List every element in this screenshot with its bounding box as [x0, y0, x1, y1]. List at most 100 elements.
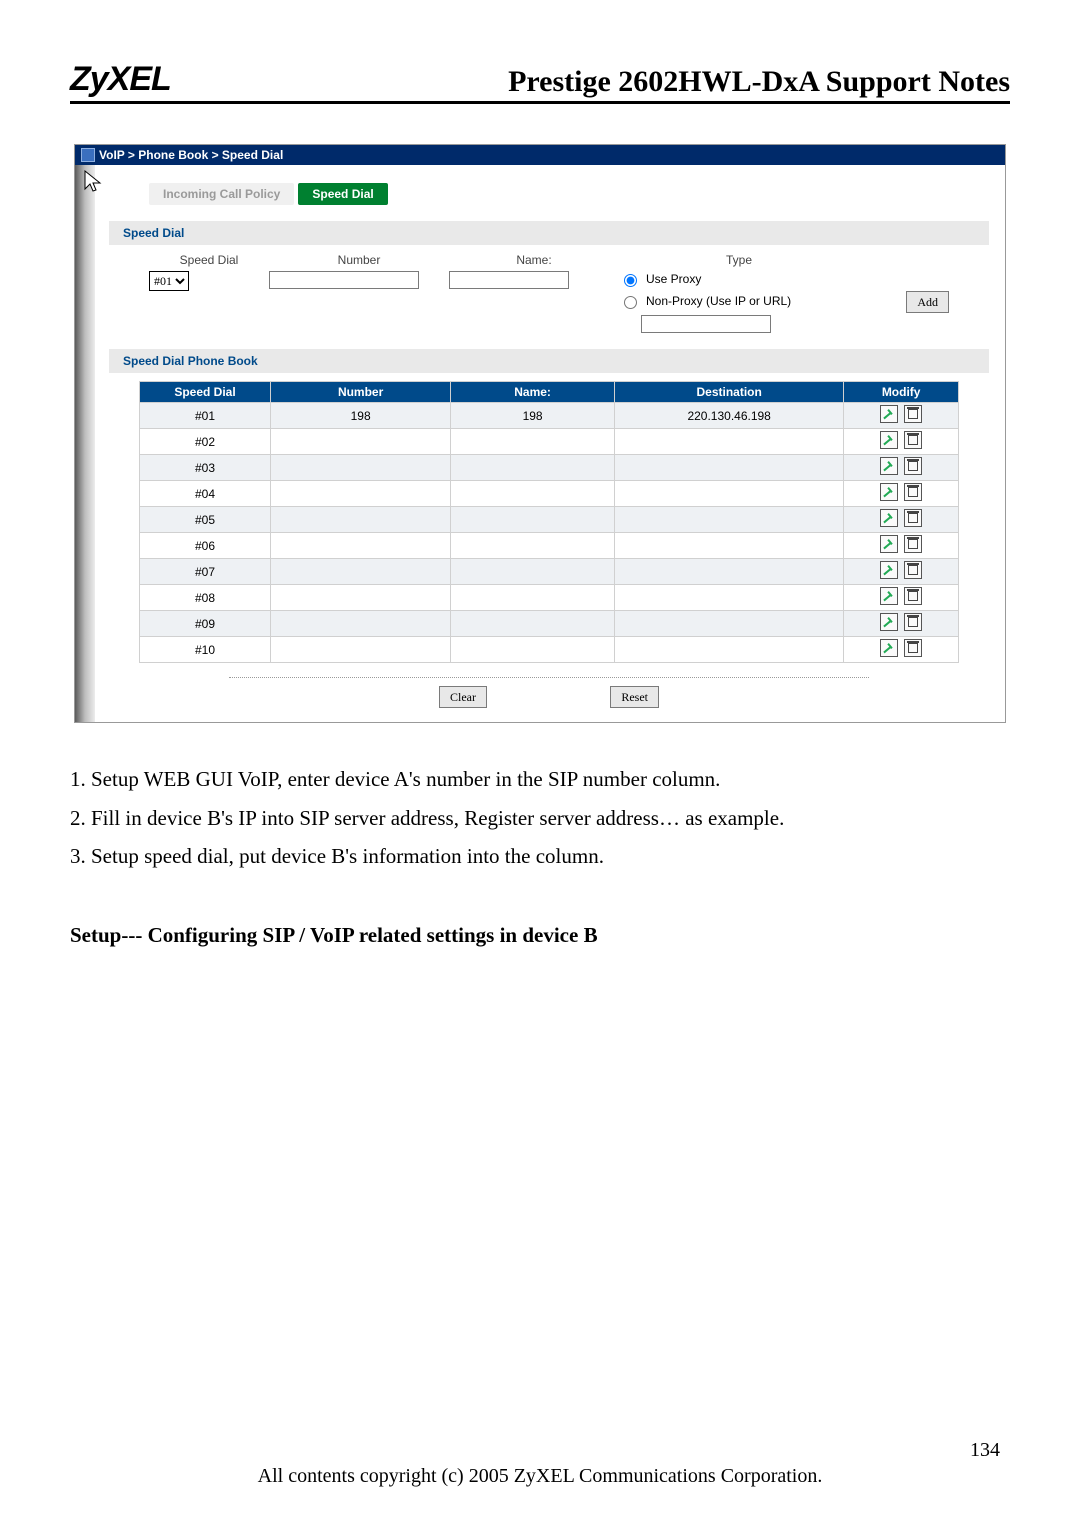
cell-name — [451, 455, 615, 481]
edit-icon[interactable] — [880, 483, 898, 501]
delete-icon[interactable] — [904, 639, 922, 657]
speed-dial-select[interactable]: #01 — [149, 271, 189, 291]
radio-use-proxy-label: Use Proxy — [646, 272, 701, 286]
label-speed-dial: Speed Dial — [149, 253, 269, 267]
table-row: #01198198220.130.46.198 — [140, 403, 959, 429]
instruction-line-3: 3. Setup speed dial, put device B's info… — [70, 840, 1010, 873]
cell-number — [271, 429, 451, 455]
cell-modify — [844, 507, 959, 533]
add-button[interactable]: Add — [906, 291, 949, 313]
page-number: 134 — [970, 1439, 1000, 1462]
instruction-line-2: 2. Fill in device B's IP into SIP server… — [70, 802, 1010, 835]
cell-destination — [615, 429, 844, 455]
cell-modify — [844, 481, 959, 507]
cell-number — [271, 455, 451, 481]
cell-speed-dial: #10 — [140, 637, 271, 663]
radio-use-proxy-input[interactable] — [624, 274, 637, 287]
radio-non-proxy-label: Non-Proxy (Use IP or URL) — [646, 294, 791, 308]
cell-destination — [615, 533, 844, 559]
doc-header: ZyXEL Prestige 2602HWL-DxA Support Notes — [70, 60, 1010, 104]
col-destination: Destination — [615, 382, 844, 403]
cell-destination — [615, 585, 844, 611]
edit-icon[interactable] — [880, 639, 898, 657]
col-number: Number — [271, 382, 451, 403]
footer-copyright: All contents copyright (c) 2005 ZyXEL Co… — [0, 1465, 1080, 1488]
cell-name — [451, 559, 615, 585]
tab-bar: Incoming Call Policy Speed Dial — [149, 183, 989, 205]
cell-modify — [844, 429, 959, 455]
cell-name — [451, 429, 615, 455]
breadcrumb-icon — [81, 148, 95, 162]
cell-name — [451, 507, 615, 533]
cell-speed-dial: #01 — [140, 403, 271, 429]
cell-name — [451, 481, 615, 507]
delete-icon[interactable] — [904, 405, 922, 423]
edit-icon[interactable] — [880, 405, 898, 423]
cell-speed-dial: #05 — [140, 507, 271, 533]
delete-icon[interactable] — [904, 483, 922, 501]
col-speed-dial: Speed Dial — [140, 382, 271, 403]
cell-speed-dial: #09 — [140, 611, 271, 637]
cell-destination — [615, 455, 844, 481]
edit-icon[interactable] — [880, 535, 898, 553]
cell-modify — [844, 611, 959, 637]
edit-icon[interactable] — [880, 613, 898, 631]
radio-use-proxy[interactable]: Use Proxy — [619, 271, 859, 287]
delete-icon[interactable] — [904, 587, 922, 605]
cell-number — [271, 481, 451, 507]
cell-name — [451, 637, 615, 663]
table-row: #10 — [140, 637, 959, 663]
cell-number — [271, 533, 451, 559]
table-row: #06 — [140, 533, 959, 559]
speed-dial-form: #01 Use Proxy — [109, 271, 989, 333]
table-row: #08 — [140, 585, 959, 611]
cell-number — [271, 559, 451, 585]
cell-modify — [844, 637, 959, 663]
cell-number — [271, 637, 451, 663]
cell-number — [271, 611, 451, 637]
radio-non-proxy[interactable]: Non-Proxy (Use IP or URL) — [619, 293, 859, 309]
label-number: Number — [269, 253, 449, 267]
delete-icon[interactable] — [904, 509, 922, 527]
cell-destination — [615, 507, 844, 533]
table-row: #04 — [140, 481, 959, 507]
tab-speed-dial[interactable]: Speed Dial — [298, 183, 387, 205]
edit-icon[interactable] — [880, 587, 898, 605]
delete-icon[interactable] — [904, 561, 922, 579]
table-row: #02 — [140, 429, 959, 455]
label-type: Type — [619, 253, 859, 267]
cell-modify — [844, 533, 959, 559]
cell-speed-dial: #06 — [140, 533, 271, 559]
delete-icon[interactable] — [904, 457, 922, 475]
cell-modify — [844, 403, 959, 429]
col-modify: Modify — [844, 382, 959, 403]
clear-button[interactable]: Clear — [439, 686, 487, 708]
breadcrumb-bar: VoIP > Phone Book > Speed Dial — [75, 145, 1005, 165]
cell-modify — [844, 559, 959, 585]
non-proxy-input[interactable] — [641, 315, 771, 333]
cell-destination — [615, 611, 844, 637]
section-speed-dial-title: Speed Dial — [109, 221, 989, 245]
delete-icon[interactable] — [904, 535, 922, 553]
delete-icon[interactable] — [904, 431, 922, 449]
delete-icon[interactable] — [904, 613, 922, 631]
number-input[interactable] — [269, 271, 419, 289]
cell-destination — [615, 481, 844, 507]
label-name: Name: — [449, 253, 619, 267]
edit-icon[interactable] — [880, 457, 898, 475]
edit-icon[interactable] — [880, 561, 898, 579]
tab-incoming-call-policy[interactable]: Incoming Call Policy — [149, 183, 294, 205]
cell-speed-dial: #04 — [140, 481, 271, 507]
brand-logo: ZyXEL — [70, 60, 171, 99]
edit-icon[interactable] — [880, 509, 898, 527]
cell-name — [451, 533, 615, 559]
reset-button[interactable]: Reset — [610, 686, 659, 708]
sub-heading: Setup--- Configuring SIP / VoIP related … — [70, 923, 1010, 948]
form-column-labels: Speed Dial Number Name: Type — [109, 253, 989, 267]
cell-name: 198 — [451, 403, 615, 429]
cell-destination — [615, 559, 844, 585]
edit-icon[interactable] — [880, 431, 898, 449]
doc-title: Prestige 2602HWL-DxA Support Notes — [508, 65, 1010, 99]
radio-non-proxy-input[interactable] — [624, 296, 637, 309]
name-input[interactable] — [449, 271, 569, 289]
